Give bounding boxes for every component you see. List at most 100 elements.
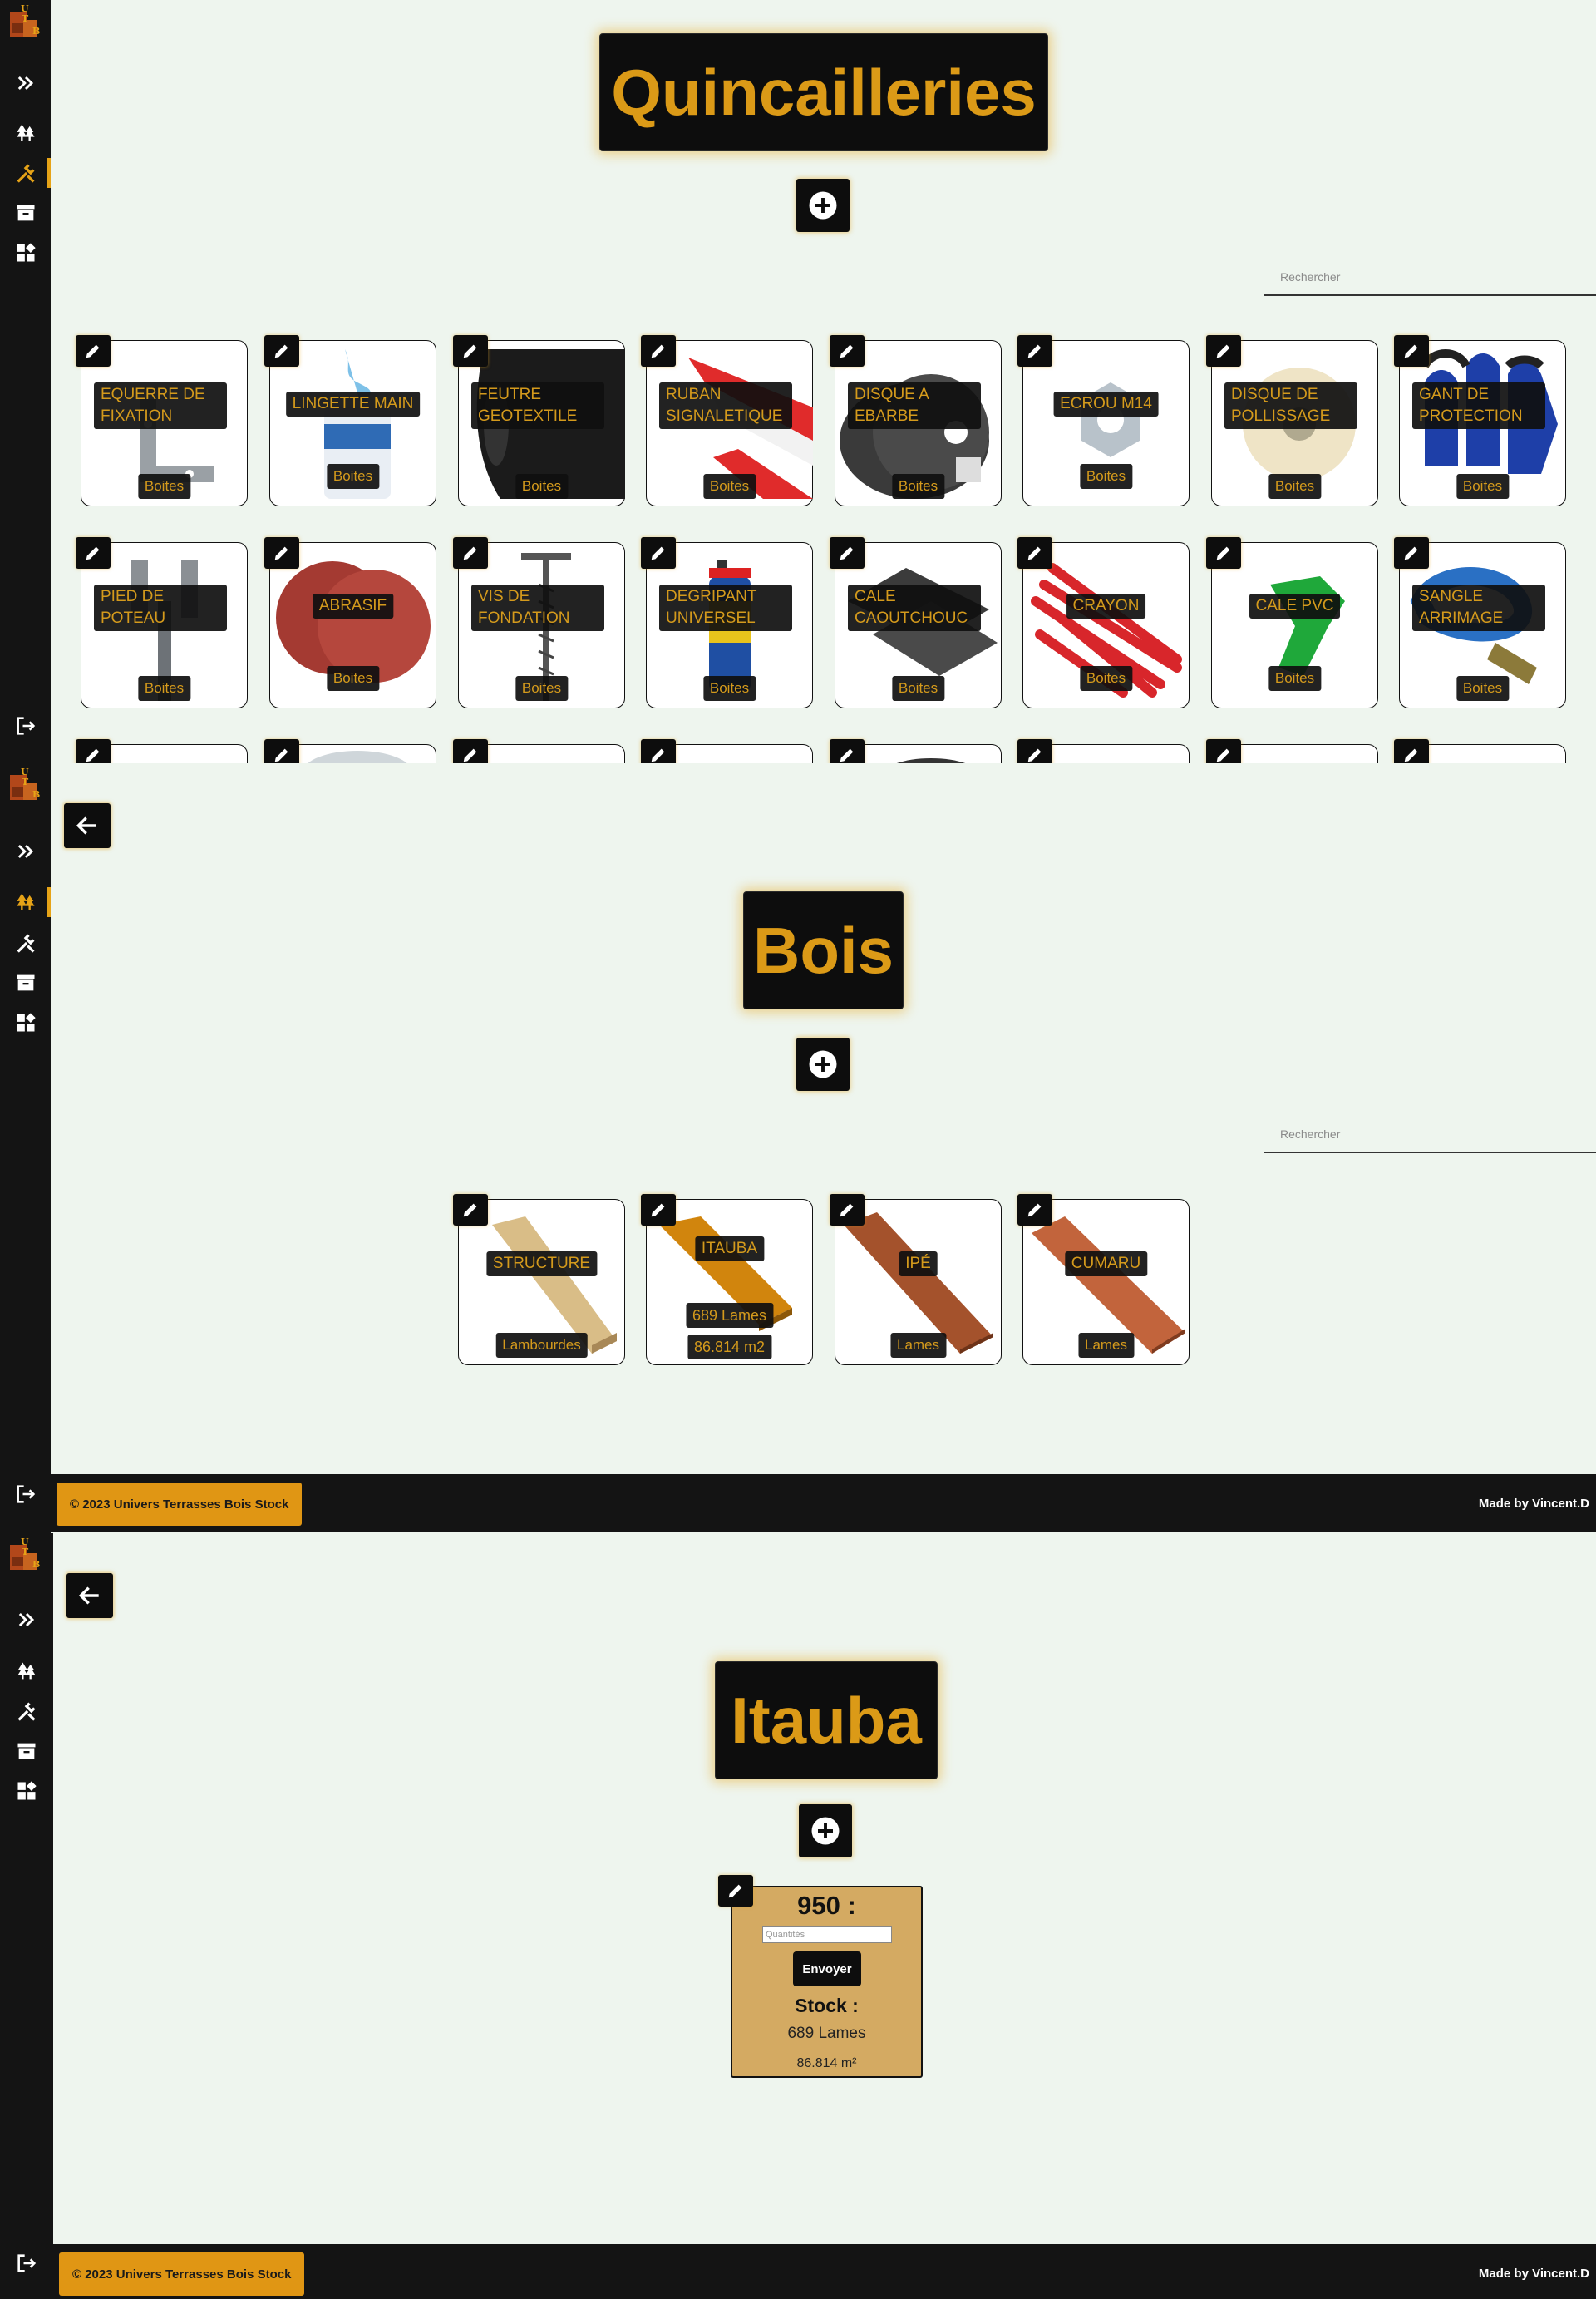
edit-button[interactable]: [830, 335, 864, 367]
grid-plus-icon[interactable]: [0, 1774, 53, 1808]
product-card[interactable]: EQUERRE DE FIXATION Boites: [76, 335, 248, 506]
edit-button[interactable]: [830, 1194, 864, 1226]
add-item-button[interactable]: [799, 1804, 852, 1857]
edit-button[interactable]: [1017, 739, 1052, 763]
edit-button[interactable]: [1206, 335, 1241, 367]
edit-button[interactable]: [1394, 335, 1429, 367]
bois-screen: U T B Bois STRUCTURE Lambour: [0, 763, 1596, 1533]
logout-icon[interactable]: [0, 709, 51, 742]
product-card[interactable]: ECROU M14 Boites: [1017, 335, 1190, 506]
edit-button[interactable]: [1206, 739, 1241, 763]
edit-button[interactable]: [641, 739, 676, 763]
archive-box-icon[interactable]: [0, 196, 51, 229]
back-button[interactable]: [66, 1573, 113, 1618]
edit-button[interactable]: [453, 1194, 488, 1226]
edit-button[interactable]: [76, 739, 111, 763]
quantity-input[interactable]: [762, 1926, 892, 1943]
pencil-icon: [840, 546, 854, 560]
edit-button[interactable]: [1017, 537, 1052, 569]
logout-icon[interactable]: [0, 1478, 51, 1511]
trees-icon[interactable]: [0, 886, 51, 919]
add-item-button[interactable]: [796, 179, 850, 232]
arrow-left-icon: [76, 816, 96, 835]
grid-plus-icon[interactable]: [0, 1006, 51, 1039]
double-chevron-right-icon[interactable]: [0, 835, 51, 868]
double-chevron-right-icon[interactable]: [0, 67, 51, 100]
edit-button[interactable]: [453, 335, 488, 367]
product-card[interactable]: DISQUE A EBARBE Boites: [830, 335, 1002, 506]
product-card[interactable]: CRAYON Boites: [1017, 537, 1190, 708]
pencil-icon: [86, 546, 100, 560]
wood-card[interactable]: CUMARU Lames: [1017, 1194, 1190, 1365]
stock-card-title: 950 :: [797, 1891, 856, 1920]
product-card[interactable]: CALE PVC Boites: [1206, 537, 1378, 708]
edit-button[interactable]: [1394, 537, 1429, 569]
product-card[interactable]: [1206, 739, 1378, 763]
double-chevron-right-icon[interactable]: [0, 1603, 53, 1636]
archive-box-icon[interactable]: [0, 966, 51, 999]
logout-icon[interactable]: [0, 2247, 53, 2280]
product-card[interactable]: DISQUE DE POLLISSAGE Boites: [1206, 335, 1378, 506]
product-card[interactable]: [453, 739, 625, 763]
sidebar: U T B: [0, 1533, 53, 2299]
tools-icon[interactable]: [0, 926, 51, 960]
edit-button[interactable]: [453, 739, 488, 763]
product-card[interactable]: VIS DE FONDATION Boites: [453, 537, 625, 708]
edit-button[interactable]: [641, 537, 676, 569]
copyright-badge: © 2023 Univers Terrasses Bois Stock: [59, 2252, 305, 2296]
edit-button[interactable]: [641, 335, 676, 367]
pencil-icon: [651, 1203, 665, 1217]
edit-button[interactable]: [1206, 537, 1241, 569]
wood-card[interactable]: IPÉ Lames: [830, 1194, 1002, 1365]
edit-button[interactable]: [453, 537, 488, 569]
edit-button[interactable]: [1017, 335, 1052, 367]
search-input[interactable]: [1264, 1117, 1596, 1153]
brand-logo[interactable]: U T B: [10, 1537, 42, 1571]
product-card[interactable]: RUBAN SIGNALETIQUE Boites: [641, 335, 813, 506]
pencil-icon: [463, 546, 477, 560]
product-card[interactable]: [641, 739, 813, 763]
product-name: CRAYON: [1066, 594, 1146, 619]
trees-icon[interactable]: [0, 1655, 53, 1688]
trees-icon[interactable]: [0, 116, 51, 150]
edit-button[interactable]: [718, 1875, 753, 1907]
edit-button[interactable]: [830, 537, 864, 569]
edit-button[interactable]: [264, 739, 299, 763]
product-card[interactable]: SANGLE ARRIMAGE Boites: [1394, 537, 1566, 708]
product-card[interactable]: FEUTRE GEOTEXTILE Boites: [453, 335, 625, 506]
product-card[interactable]: [76, 739, 248, 763]
wood-card[interactable]: ITAUBA 689 Lames 86.814 m2: [641, 1194, 813, 1365]
edit-button[interactable]: [1017, 1194, 1052, 1226]
product-card[interactable]: LINGETTE MAIN Boites: [264, 335, 436, 506]
add-item-button[interactable]: [796, 1038, 850, 1091]
product-unit: Boites: [137, 676, 191, 701]
product-card[interactable]: [264, 739, 436, 763]
edit-button[interactable]: [76, 537, 111, 569]
product-card[interactable]: PIED DE POTEAU Boites: [76, 537, 248, 708]
product-card[interactable]: GANT DE PROTECTION Boites: [1394, 335, 1566, 506]
edit-button[interactable]: [76, 335, 111, 367]
search-input[interactable]: [1264, 259, 1596, 296]
edit-button[interactable]: [641, 1194, 676, 1226]
product-name: EQUERRE DE FIXATION: [94, 382, 227, 429]
product-card[interactable]: ABRASIF Boites: [264, 537, 436, 708]
edit-button[interactable]: [1394, 739, 1429, 763]
edit-button[interactable]: [830, 739, 864, 763]
tools-icon[interactable]: [0, 156, 51, 190]
wood-unit: Lames: [889, 1333, 947, 1358]
brand-logo[interactable]: U T B: [10, 3, 42, 38]
product-card[interactable]: [830, 739, 1002, 763]
send-button[interactable]: Envoyer: [793, 1951, 861, 1986]
edit-button[interactable]: [264, 335, 299, 367]
grid-plus-icon[interactable]: [0, 236, 51, 269]
back-button[interactable]: [64, 803, 111, 848]
tools-icon[interactable]: [0, 1695, 53, 1728]
product-card[interactable]: CALE CAOUTCHOUC Boites: [830, 537, 1002, 708]
product-card[interactable]: [1017, 739, 1190, 763]
brand-logo[interactable]: U T B: [10, 767, 42, 802]
wood-card[interactable]: STRUCTURE Lambourdes: [453, 1194, 625, 1365]
product-card[interactable]: DEGRIPANT UNIVERSEL Boites: [641, 537, 813, 708]
edit-button[interactable]: [264, 537, 299, 569]
product-card[interactable]: [1394, 739, 1566, 763]
archive-box-icon[interactable]: [0, 1734, 53, 1768]
